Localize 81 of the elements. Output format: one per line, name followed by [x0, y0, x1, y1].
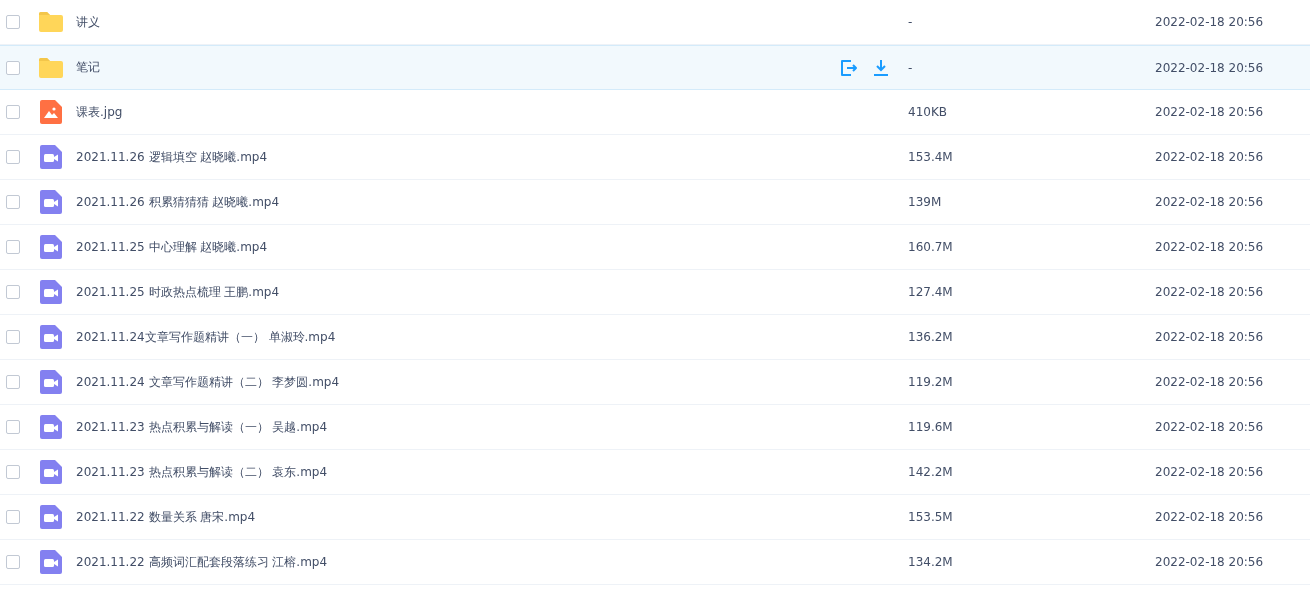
- file-size: -: [908, 15, 914, 29]
- modified-date: 2022-02-18 20:56: [1155, 465, 1264, 479]
- checkbox[interactable]: [6, 60, 20, 75]
- modified-date: 2022-02-18 20:56: [1155, 150, 1264, 164]
- modified-date: 2022-02-18 20:56: [1155, 420, 1264, 434]
- file-name[interactable]: 2021.11.22 高频词汇配套段落练习 江榕.mp4: [76, 553, 846, 571]
- file-row[interactable]: 2021.11.22 数量关系 唐宋.mp4 153.5M 2022-02-18 20:56: [0, 495, 1310, 540]
- export-icon: [840, 58, 858, 77]
- file-size: 160.7M: [908, 240, 954, 254]
- modified-date: 2022-02-18 20:56: [1155, 240, 1264, 254]
- video-file-icon: [40, 550, 62, 574]
- file-size: 134.2M: [908, 555, 954, 569]
- modified-date: 2022-02-18 20:56: [1155, 15, 1264, 29]
- file-name[interactable]: 2021.11.24文章写作题精讲（一） 单淑玲.mp4: [76, 328, 846, 346]
- file-row[interactable]: 2021.11.25 中心理解 赵晓曦.mp4 160.7M 2022-02-18 20:56: [0, 225, 1310, 270]
- file-row[interactable]: 2021.11.24 文章写作题精讲（二） 李梦圆.mp4 119.2M 2022-02-18 20:56: [0, 360, 1310, 405]
- file-size: 153.5M: [908, 510, 954, 524]
- modified-date: 2022-02-18 20:56: [1155, 330, 1264, 344]
- file-row[interactable]: 课表.jpg 410KB 2022-02-18 20:56: [0, 90, 1310, 135]
- file-name[interactable]: 2021.11.23 热点积累与解读（一） 吴越.mp4: [76, 418, 846, 436]
- file-row[interactable]: 2021.11.25 时政热点梳理 王鹏.mp4 127.4M 2022-02-18 20:56: [0, 270, 1310, 315]
- video-file-icon: [40, 145, 62, 169]
- checkbox[interactable]: [6, 105, 20, 119]
- image-file-icon: [40, 100, 62, 124]
- checkbox[interactable]: [6, 15, 20, 29]
- file-size: 127.4M: [908, 285, 954, 299]
- file-name[interactable]: 2021.11.25 时政热点梳理 王鹏.mp4: [76, 283, 846, 301]
- checkbox[interactable]: [6, 510, 20, 524]
- checkbox[interactable]: [6, 195, 20, 209]
- file-row[interactable]: 2021.11.22 高频词汇配套段落练习 江榕.mp4 134.2M 2022-02-18 20:56: [0, 540, 1310, 585]
- modified-date: 2022-02-18 20:56: [1155, 555, 1264, 569]
- file-size: 119.2M: [908, 375, 954, 389]
- file-size: 136.2M: [908, 330, 954, 344]
- checkbox[interactable]: [6, 420, 20, 434]
- file-name[interactable]: 2021.11.26 积累猜猜猜 赵晓曦.mp4: [76, 193, 846, 211]
- checkbox[interactable]: [6, 330, 20, 344]
- video-file-icon: [40, 415, 62, 439]
- file-size: 119.6M: [908, 420, 954, 434]
- file-size: 410KB: [908, 105, 948, 119]
- file-name[interactable]: 2021.11.26 逻辑填空 赵晓曦.mp4: [76, 148, 846, 166]
- checkbox[interactable]: [6, 240, 20, 254]
- file-size: 153.4M: [908, 150, 954, 164]
- modified-date: 2022-02-18 20:56: [1155, 510, 1264, 524]
- folder-icon: [38, 11, 64, 33]
- file-row[interactable]: 2021.11.23 热点积累与解读（一） 吴越.mp4 119.6M 2022-02-18 20:56: [0, 405, 1310, 450]
- file-size: 142.2M: [908, 465, 954, 479]
- file-name[interactable]: 课表.jpg: [76, 103, 846, 121]
- checkbox[interactable]: [6, 555, 20, 569]
- video-file-icon: [40, 280, 62, 304]
- modified-date: 2022-02-18 20:56: [1155, 105, 1264, 119]
- modified-date: 2022-02-18 20:56: [1155, 285, 1264, 299]
- video-file-icon: [40, 505, 62, 529]
- video-file-icon: [40, 235, 62, 259]
- video-file-icon: [40, 325, 62, 349]
- video-file-icon: [40, 460, 62, 484]
- modified-date: 2022-02-18 20:56: [1155, 375, 1264, 389]
- video-file-icon: [40, 190, 62, 214]
- file-name[interactable]: 笔记: [76, 59, 846, 76]
- checkbox[interactable]: [6, 285, 20, 299]
- file-row[interactable]: 笔记 - 2022-02-18 20:56: [0, 45, 1310, 90]
- file-row[interactable]: 2021.11.26 逻辑填空 赵晓曦.mp4 153.4M 2022-02-18 20:56: [0, 135, 1310, 180]
- checkbox[interactable]: [6, 375, 20, 389]
- modified-date: 2022-02-18 20:56: [1155, 195, 1264, 209]
- video-file-icon: [40, 370, 62, 394]
- checkbox[interactable]: [6, 150, 20, 164]
- modified-date: 2022-02-18 20:56: [1155, 60, 1264, 75]
- file-name[interactable]: 2021.11.25 中心理解 赵晓曦.mp4: [76, 238, 846, 256]
- move-button[interactable]: [840, 58, 858, 77]
- file-name[interactable]: 讲义: [76, 13, 846, 31]
- file-name[interactable]: 2021.11.24 文章写作题精讲（二） 李梦圆.mp4: [76, 373, 846, 391]
- download-button[interactable]: [872, 58, 890, 77]
- download-icon: [872, 58, 890, 77]
- file-name[interactable]: 2021.11.23 热点积累与解读（二） 袁东.mp4: [76, 463, 846, 481]
- file-name[interactable]: 2021.11.22 数量关系 唐宋.mp4: [76, 508, 846, 526]
- checkbox[interactable]: [6, 465, 20, 479]
- file-size: -: [908, 60, 914, 75]
- file-row[interactable]: 2021.11.26 积累猜猜猜 赵晓曦.mp4 139M 2022-02-18 20:56: [0, 180, 1310, 225]
- file-size: 139M: [908, 195, 943, 209]
- file-row[interactable]: 2021.11.23 热点积累与解读（二） 袁东.mp4 142.2M 2022-02-18 20:56: [0, 450, 1310, 495]
- file-row[interactable]: 2021.11.24文章写作题精讲（一） 单淑玲.mp4 136.2M 2022-02-18 20:56: [0, 315, 1310, 360]
- folder-icon: [38, 56, 64, 79]
